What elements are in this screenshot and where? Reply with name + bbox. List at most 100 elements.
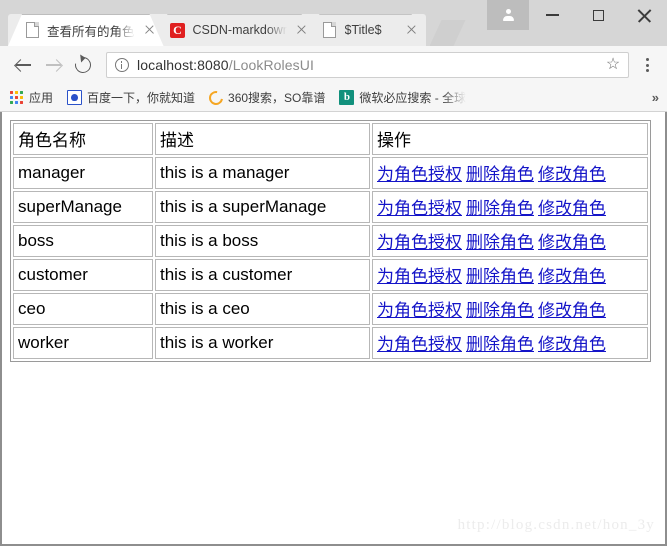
roles-table: 角色名称 描述 操作 manager this is a manager 为角色授权… xyxy=(10,120,651,362)
column-header-description: 描述 xyxy=(155,123,370,155)
cell-role-description: this is a ceo xyxy=(155,293,370,325)
grant-role-link[interactable]: 为角色授权 xyxy=(377,301,462,320)
cell-role-name: superManage xyxy=(13,191,153,223)
minimize-button[interactable] xyxy=(529,0,575,30)
page-icon xyxy=(24,22,40,38)
browser-menu-button[interactable] xyxy=(635,51,659,79)
forward-button[interactable] xyxy=(38,50,68,80)
page-icon xyxy=(322,22,338,38)
window-left-border xyxy=(0,112,2,546)
bookmark-label: 百度一下，你就知道 xyxy=(87,91,196,105)
url-path: /LookRolesUI xyxy=(228,57,314,73)
star-icon[interactable]: ☆ xyxy=(604,56,622,74)
table-row: boss this is a boss 为角色授权 删除角色 修改角色 xyxy=(13,225,648,257)
csdn-icon: C xyxy=(170,22,186,38)
bookmark-apps[interactable]: 应用 xyxy=(10,89,53,106)
cell-role-description: this is a customer xyxy=(155,259,370,291)
back-button[interactable] xyxy=(8,50,38,80)
url-host: localhost:8080 xyxy=(137,57,229,73)
tab-2[interactable]: $Title$ xyxy=(305,14,426,46)
cell-role-name: customer xyxy=(13,259,153,291)
edit-role-link[interactable]: 修改角色 xyxy=(538,301,606,320)
cell-role-actions: 为角色授权 删除角色 修改角色 xyxy=(372,157,648,189)
info-circle-icon[interactable] xyxy=(115,58,129,72)
edit-role-link[interactable]: 修改角色 xyxy=(538,199,606,218)
reload-button[interactable] xyxy=(68,50,98,80)
table-header-row: 角色名称 描述 操作 xyxy=(13,123,648,155)
delete-role-link[interactable]: 删除角色 xyxy=(466,335,534,354)
table-row: worker this is a worker 为角色授权 删除角色 修改角色 xyxy=(13,327,648,359)
grant-role-link[interactable]: 为角色授权 xyxy=(377,165,462,184)
cell-role-actions: 为角色授权 删除角色 修改角色 xyxy=(372,327,648,359)
table-row: manager this is a manager 为角色授权 删除角色 修改角色 xyxy=(13,157,648,189)
maximize-button[interactable] xyxy=(575,0,621,30)
grant-role-link[interactable]: 为角色授权 xyxy=(377,233,462,252)
url-input[interactable]: localhost:8080/LookRolesUI xyxy=(137,57,604,73)
tab-1[interactable]: C CSDN-markdown xyxy=(153,14,316,46)
cell-role-actions: 为角色授权 删除角色 修改角色 xyxy=(372,293,648,325)
close-icon[interactable] xyxy=(404,22,420,38)
delete-role-link[interactable]: 删除角色 xyxy=(466,199,534,218)
browser-toolbar: localhost:8080/LookRolesUI ☆ xyxy=(0,46,667,84)
person-icon xyxy=(501,8,515,22)
grant-role-link[interactable]: 为角色授权 xyxy=(377,199,462,218)
cell-role-actions: 为角色授权 删除角色 修改角色 xyxy=(372,259,648,291)
delete-role-link[interactable]: 删除角色 xyxy=(466,267,534,286)
cell-role-description: this is a worker xyxy=(155,327,370,359)
bookmark-baidu[interactable]: 百度一下，你就知道 xyxy=(67,89,195,106)
apps-grid-icon xyxy=(10,91,24,104)
tab-strip: 查看所有的角色 C CSDN-markdown $Title$ xyxy=(0,0,667,46)
cell-role-name: ceo xyxy=(13,293,153,325)
three-dots-icon xyxy=(645,58,649,61)
bookmark-360[interactable]: 360搜索，SO靠谱 xyxy=(206,87,326,108)
cell-role-actions: 为角色授权 删除角色 修改角色 xyxy=(372,191,648,223)
close-icon[interactable] xyxy=(142,22,158,38)
table-row: superManage this is a superManage 为角色授权 删除… xyxy=(13,191,648,223)
window-controls xyxy=(487,0,667,30)
edit-role-link[interactable]: 修改角色 xyxy=(538,233,606,252)
page-content: 角色名称 描述 操作 manager this is a manager 为角色授权… xyxy=(0,112,667,546)
edit-role-link[interactable]: 修改角色 xyxy=(538,267,606,286)
cell-role-description: this is a superManage xyxy=(155,191,370,223)
360-icon xyxy=(206,87,226,108)
cell-role-name: boss xyxy=(13,225,153,257)
maximize-icon xyxy=(592,9,604,21)
table-row: ceo this is a ceo 为角色授权 删除角色 修改角色 xyxy=(13,293,648,325)
delete-role-link[interactable]: 删除角色 xyxy=(466,165,534,184)
tab-0[interactable]: 查看所有的角色 xyxy=(8,14,164,46)
grant-role-link[interactable]: 为角色授权 xyxy=(377,335,462,354)
address-bar[interactable]: localhost:8080/LookRolesUI ☆ xyxy=(106,52,629,78)
new-tab-button[interactable] xyxy=(430,20,466,46)
reload-icon xyxy=(71,53,95,77)
cell-role-name: manager xyxy=(13,157,153,189)
bookmarks-bar: 应用 百度一下，你就知道 360搜索，SO靠谱 b 微软必应搜索 - 全球 » xyxy=(0,84,667,112)
minimize-icon xyxy=(545,14,559,16)
watermark: http://blog.csdn.net/hon_3y xyxy=(457,517,655,533)
cell-role-name: worker xyxy=(13,327,153,359)
close-window-button[interactable] xyxy=(621,0,667,30)
bookmark-label: 微软必应搜索 - 全球 xyxy=(359,91,467,105)
tab-title: 查看所有的角色 xyxy=(47,24,135,39)
cell-role-actions: 为角色授权 删除角色 修改角色 xyxy=(372,225,648,257)
edit-role-link[interactable]: 修改角色 xyxy=(538,335,606,354)
edit-role-link[interactable]: 修改角色 xyxy=(538,165,606,184)
column-header-name: 角色名称 xyxy=(13,123,153,155)
table-row: customer this is a customer 为角色授权 删除角色 修改角… xyxy=(13,259,648,291)
avatar[interactable] xyxy=(487,0,529,30)
baidu-icon xyxy=(67,90,83,105)
delete-role-link[interactable]: 删除角色 xyxy=(466,301,534,320)
cell-role-description: this is a manager xyxy=(155,157,370,189)
close-icon xyxy=(637,8,651,22)
arrow-forward-icon xyxy=(45,57,62,74)
bookmark-label: 360搜索，SO靠谱 xyxy=(228,91,326,105)
browser-window: 查看所有的角色 C CSDN-markdown $Title$ localhos… xyxy=(0,0,667,546)
tab-title: CSDN-markdown xyxy=(192,23,287,37)
bookmark-bing[interactable]: b 微软必应搜索 - 全球 xyxy=(339,89,466,106)
bookmarks-overflow-button[interactable]: » xyxy=(652,84,659,111)
bing-icon: b xyxy=(339,90,355,105)
delete-role-link[interactable]: 删除角色 xyxy=(466,233,534,252)
bookmark-label: 应用 xyxy=(29,91,54,105)
arrow-back-icon xyxy=(15,57,32,74)
column-header-actions: 操作 xyxy=(372,123,648,155)
grant-role-link[interactable]: 为角色授权 xyxy=(377,267,462,286)
